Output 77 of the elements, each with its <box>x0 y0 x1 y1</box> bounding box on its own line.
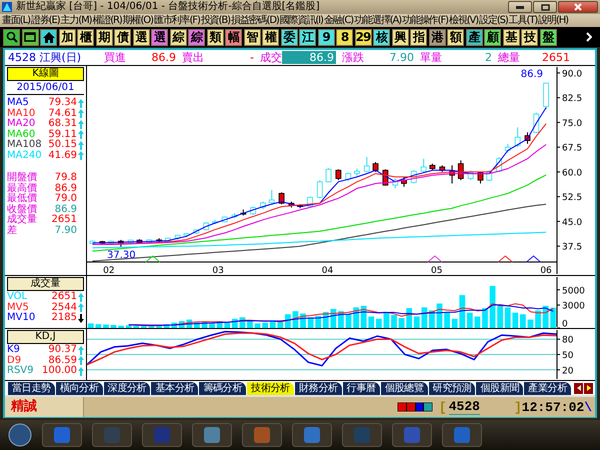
clock-time: 12:57:02 <box>522 400 584 414</box>
field-label: 漲跌 <box>342 51 364 64</box>
quote-label: 最高價 <box>7 184 38 194</box>
field-label: 賣出 <box>182 51 204 64</box>
field-label: 買進 <box>104 51 126 64</box>
indicator-name: K9 <box>7 345 21 356</box>
indicator-value: 2185 <box>52 313 77 324</box>
indicator-value: 100.00 <box>42 366 77 376</box>
indicator-value: 59.11 <box>48 130 77 140</box>
indicator-value: 2651 <box>52 292 77 302</box>
axis-label: 06 <box>540 266 552 275</box>
window-title: 新世紀贏家 [台哥] - 104/06/01 - 台盤技術分析-綜合自選股[名鑑股] <box>16 0 321 14</box>
field-value: - <box>249 51 254 64</box>
indicator-value: 86.59 <box>48 356 77 366</box>
indicator-value: 79.34 <box>48 98 77 108</box>
axis-label: 45.0 <box>562 218 582 228</box>
field-value: 2651 <box>541 51 570 64</box>
indicator-value: 41.69 <box>48 150 77 161</box>
quote-value: 79.0 <box>54 194 77 204</box>
axis-label: 04 <box>322 266 334 275</box>
quote-label: 差 <box>7 226 18 236</box>
quote-label: 成交量 <box>7 215 38 225</box>
quote-value: 7.90 <box>54 226 77 236</box>
quote-label: 收盤價 <box>7 204 38 214</box>
indicator-name: MA5 <box>7 98 30 108</box>
indicator-name: MV5 <box>7 302 30 312</box>
field-label: 單量 <box>420 51 442 64</box>
stock-symbol: 4528 江興(日) <box>7 51 82 64</box>
indicator-name: VOL <box>7 292 28 302</box>
axis-label: 60.0 <box>562 168 582 178</box>
field-value: 7.90 <box>388 51 414 64</box>
broker-name: 精誠 <box>5 397 84 417</box>
bracket-mark: ] <box>514 400 522 414</box>
indicator-name: RSV9 <box>7 366 34 376</box>
axis-label: 0 <box>562 320 568 328</box>
axis-label: 82.5 <box>562 94 582 104</box>
chart-annotation: 86.9 <box>520 69 543 80</box>
indicator-name: MA10 <box>7 108 36 118</box>
field-value: 2 <box>484 51 492 64</box>
indicator-name: MA240 <box>7 150 43 161</box>
date-label: 2015/06/01 <box>7 82 84 95</box>
chart-annotation: 37.30 <box>107 250 136 261</box>
quote-value: 86.9 <box>54 184 77 194</box>
indicator-value: 2544 <box>52 302 77 312</box>
quote-label: 最低價 <box>7 194 38 204</box>
field-label: 總量 <box>498 51 520 64</box>
quote-value: 79.8 <box>54 173 77 184</box>
indicator-value: 90.37 <box>48 345 77 356</box>
indicator-value: 50.15 <box>48 140 77 150</box>
bracket-mark: [ <box>438 400 447 414</box>
axis-label: 02 <box>103 266 115 275</box>
quote-value: 86.9 <box>54 204 77 214</box>
quote-value: 2651 <box>52 215 77 226</box>
field-label: 成交 <box>260 51 282 64</box>
axis-label: 90.0 <box>562 69 582 80</box>
axis-label: 20 <box>562 366 574 376</box>
indicator-value: 74.61 <box>48 108 77 118</box>
indicator-name: D9 <box>7 356 22 366</box>
field-value: 86.9 <box>282 51 336 64</box>
axis-label: 3000 <box>562 302 585 312</box>
axis-label: 50 <box>562 351 574 361</box>
indicator-value: 68.31 <box>48 119 77 130</box>
indicator-name: MV10 <box>7 313 36 324</box>
axis-label: 05 <box>431 266 442 275</box>
indicator-name: MA20 <box>7 119 36 130</box>
end-mark: \ <box>584 400 592 414</box>
axis-label: 5000 <box>562 286 585 296</box>
axis-label: 52.5 <box>562 193 582 204</box>
indicator-name: MA108 <box>7 140 43 150</box>
quote-label: 開盤價 <box>7 173 38 183</box>
indicator-name: MA60 <box>7 130 36 140</box>
axis-label: 80 <box>562 336 574 346</box>
axis-label: 67.5 <box>562 144 582 154</box>
axis-label: 03 <box>212 266 224 275</box>
field-value: 86.9 <box>150 51 176 64</box>
axis-label: 75.0 <box>562 118 582 129</box>
axis-label: 37.5 <box>562 242 582 253</box>
